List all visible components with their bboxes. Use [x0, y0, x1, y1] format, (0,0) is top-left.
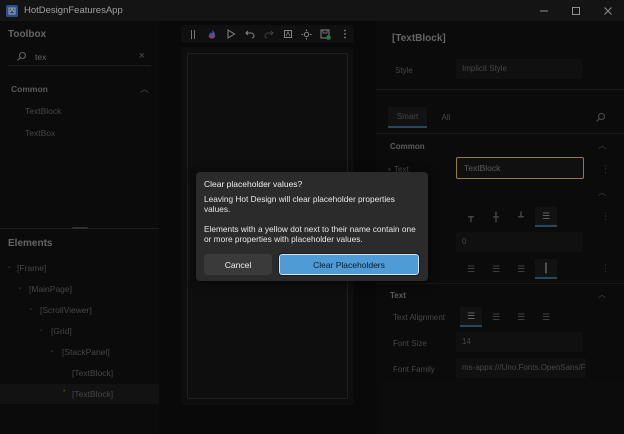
clear-placeholders-dialog: Clear placeholder values? Leaving Hot De… — [196, 172, 428, 281]
dialog-title: Clear placeholder values? — [204, 179, 303, 189]
dialog-message-detail: Elements with a yellow dot next to their… — [204, 224, 416, 244]
dialog-message: Leaving Hot Design will clear placeholde… — [204, 194, 395, 214]
cancel-button[interactable]: Cancel — [204, 254, 272, 275]
clear-placeholders-button[interactable]: Clear Placeholders — [278, 253, 420, 276]
